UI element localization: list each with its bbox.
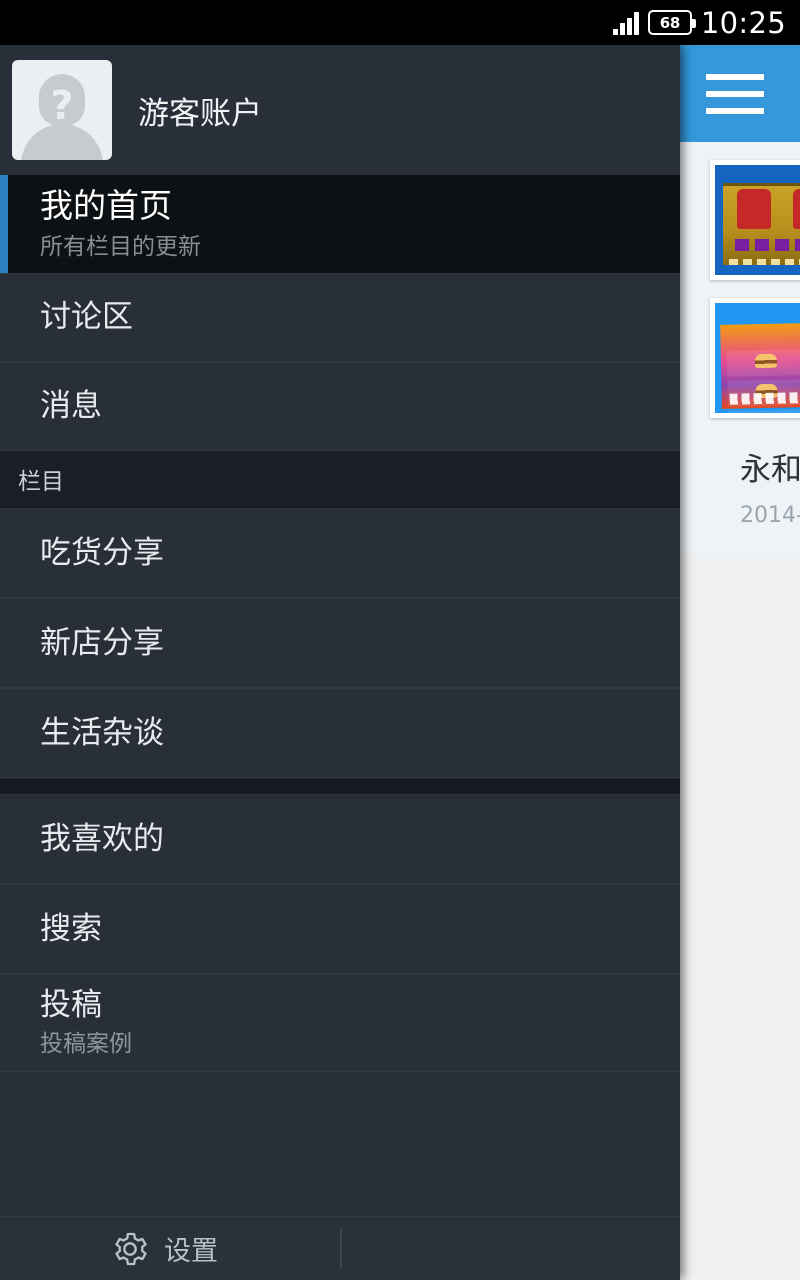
sidebar-item-life-chat[interactable]: 生活杂谈 <box>0 688 680 778</box>
drawer-nav: 我的首页 所有栏目的更新 讨论区 消息 栏目 吃货分享 新店分享 生活杂谈 我喜… <box>0 175 680 1216</box>
sidebar-item-label: 新店分享 <box>40 624 164 661</box>
sidebar-item-sublabel: 所有栏目的更新 <box>40 233 201 260</box>
gear-icon <box>115 1232 147 1265</box>
content-pane: 永和馆 2014-06 <box>680 45 800 1280</box>
default-avatar-icon[interactable]: ? <box>12 60 112 160</box>
account-header[interactable]: ? 游客账户 <box>0 45 680 175</box>
card-title: 永和馆 <box>740 452 800 488</box>
footer-divider <box>340 1229 342 1269</box>
sidebar-item-label: 投稿 <box>40 987 102 1024</box>
signal-bars-icon <box>612 11 639 35</box>
status-bar: 68 10:25 <box>0 0 800 45</box>
sidebar-item-label: 吃货分享 <box>40 534 164 571</box>
sidebar-item-submit[interactable]: 投稿 投稿案例 <box>0 974 680 1072</box>
battery-icon: 68 <box>647 10 696 35</box>
food-menu-photo <box>710 298 800 418</box>
settings-label: 设置 <box>164 1236 218 1267</box>
settings-button[interactable]: 设置 <box>0 1229 218 1269</box>
sidebar-item-label: 生活杂谈 <box>40 714 164 751</box>
sidebar-item-new-store-share[interactable]: 新店分享 <box>0 598 680 688</box>
drawer-group-divider <box>0 778 680 794</box>
sidebar-item-home[interactable]: 我的首页 所有栏目的更新 <box>0 175 680 273</box>
sidebar-item-label: 搜索 <box>40 910 102 947</box>
sidebar-item-label: 消息 <box>40 388 102 425</box>
sidebar-item-favorites[interactable]: 我喜欢的 <box>0 794 680 884</box>
app-bar <box>680 45 800 142</box>
sidebar-item-foodie-share[interactable]: 吃货分享 <box>0 508 680 598</box>
sidebar-item-search[interactable]: 搜索 <box>0 884 680 974</box>
sidebar-item-messages[interactable]: 消息 <box>0 362 680 451</box>
status-bar-clock: 10:25 <box>700 5 786 40</box>
phone-screen: 68 10:25 永和 2014 ? 游客账户 我的首页 所有栏目的更新 讨论区… <box>0 0 800 1280</box>
battery-level-label: 68 <box>659 13 681 32</box>
hamburger-menu-icon[interactable] <box>706 73 764 114</box>
active-accent-bar <box>0 175 8 273</box>
content-empty-area <box>680 554 800 1194</box>
signboard-photo <box>710 160 800 280</box>
drawer-footer: 设置 <box>0 1216 680 1280</box>
account-name: 游客账户 <box>138 95 262 132</box>
sidebar-section-header: 栏目 <box>0 451 680 508</box>
article-list[interactable]: 永和馆 2014-06 <box>680 142 800 1194</box>
card-date: 2014-06 <box>740 503 800 528</box>
sidebar-item-label: 我喜欢的 <box>40 820 164 857</box>
sidebar-item-label: 我的首页 <box>40 186 172 226</box>
sidebar-section-label: 栏目 <box>18 469 64 495</box>
list-item[interactable] <box>680 142 800 280</box>
sidebar-item-discussion[interactable]: 讨论区 <box>0 273 680 362</box>
list-item[interactable]: 永和馆 2014-06 <box>680 280 800 554</box>
drawer-spacer <box>0 1072 680 1162</box>
avatar-placeholder-label: ? <box>50 83 74 129</box>
sidebar-item-sublabel: 投稿案例 <box>40 1031 132 1058</box>
navigation-drawer: ? 游客账户 我的首页 所有栏目的更新 讨论区 消息 栏目 吃货分享 新店分享 … <box>0 45 680 1280</box>
sidebar-item-label: 讨论区 <box>40 299 133 336</box>
